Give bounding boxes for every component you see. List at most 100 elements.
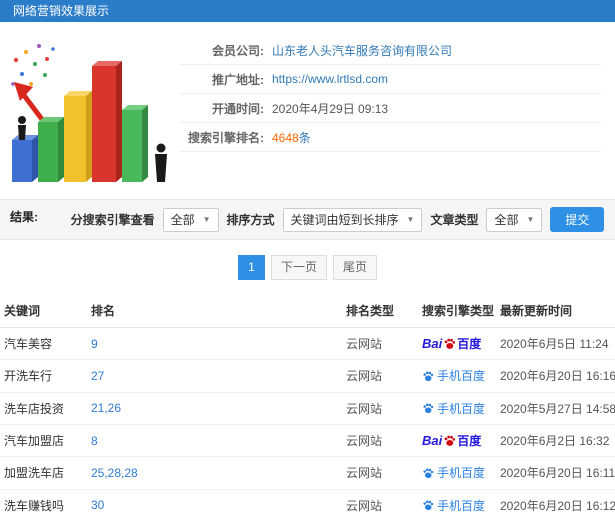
rank-type-cell: 云网站 (342, 392, 418, 425)
mobile-baidu-label: 手机百度 (437, 466, 486, 480)
col-rank: 排名 (87, 294, 342, 328)
promo-url-link[interactable]: https://www.lrtlsd.com (272, 72, 388, 86)
table-row: 洗车赚钱吗 30 云网站 手机百度 2020年6月20日 16:12 (0, 489, 615, 520)
engine-cell: 手机百度 (418, 456, 496, 490)
baidu-paw-icon (444, 435, 456, 446)
engine-cell: Bai 百度 (418, 424, 496, 457)
next-page-button[interactable]: 下一页 (270, 255, 327, 280)
rank-type-cell: 云网站 (342, 489, 418, 520)
rank-count-number: 4648 (272, 130, 299, 145)
mobile-baidu-logo: 手机百度 (422, 367, 485, 384)
keyword-cell: 汽车加盟店 (0, 424, 87, 457)
page-title: 网络营销效果展示 (0, 0, 615, 22)
company-row: 会员公司: 山东老人头汽车服务咨询有限公司 (180, 36, 601, 65)
chevron-down-icon: ▼ (202, 215, 211, 224)
rank-type-cell: 云网站 (342, 456, 418, 490)
col-engine-type: 搜索引擎类型 (418, 294, 496, 328)
update-time-cell: 2020年6月5日 11:24 (496, 327, 615, 360)
mobile-baidu-paw-icon (423, 467, 434, 478)
mobile-baidu-logo: 手机百度 (422, 464, 485, 481)
rank-cell: 21,26 (87, 392, 342, 425)
engine-filter-label: 分搜索引擎查看 (70, 213, 155, 227)
engine-cell: 手机百度 (418, 392, 496, 425)
sort-value: 关键词由短到长排序 (290, 213, 399, 227)
mobile-baidu-label: 手机百度 (437, 369, 486, 383)
table-header-row: 关键词 排名 排名类型 搜索引擎类型 最新更新时间 (0, 294, 615, 328)
page-1-button[interactable]: 1 (237, 255, 265, 280)
table-row: 洗车店投资 21,26 云网站 手机百度 2020年5月27日 14:58 (0, 392, 615, 425)
engine-cell: 手机百度 (418, 359, 496, 393)
engine-filter-value: 全部 (170, 213, 195, 227)
open-time-value: 2020年4月29日 09:13 (272, 101, 389, 116)
last-page-button[interactable]: 尾页 (333, 255, 378, 280)
mobile-baidu-logo: 手机百度 (422, 400, 485, 417)
open-time-row: 开通时间: 2020年4月29日 09:13 (180, 94, 601, 123)
article-type-value: 全部 (494, 213, 519, 227)
update-time-cell: 2020年5月27日 14:58 (496, 392, 615, 425)
pagination: 1 下一页 尾页 (0, 240, 615, 294)
mobile-baidu-label: 手机百度 (437, 498, 486, 513)
sort-select[interactable]: 关键词由短到长排序 ▼ (282, 207, 423, 232)
sort-label: 排序方式 (226, 213, 275, 227)
company-link[interactable]: 山东老人头汽车服务咨询有限公司 (272, 42, 452, 59)
mobile-baidu-label: 手机百度 (437, 401, 486, 416)
marketing-report-page: 网络营销效果展示 会员公司: 山东老人头汽车服务咨询有限公司 推广地址: htt… (0, 0, 615, 520)
rank-cell: 27 (87, 359, 342, 393)
mobile-baidu-logo: 手机百度 (422, 497, 485, 514)
rank-count-label: 搜索引擎排名: (188, 130, 264, 145)
col-keyword: 关键词 (0, 294, 87, 328)
update-time-cell: 2020年6月20日 16:11 (496, 456, 615, 490)
rank-type-cell: 云网站 (342, 327, 418, 360)
article-type-select[interactable]: 全部 ▼ (486, 207, 543, 232)
rank-count-row: 搜索引擎排名: 4648条 (180, 123, 601, 152)
rank-cell: 25,28,28 (87, 456, 342, 490)
rank-type-cell: 云网站 (342, 424, 418, 457)
promo-url-row: 推广地址: https://www.lrtlsd.com (180, 65, 601, 94)
member-info-form: 会员公司: 山东老人头汽车服务咨询有限公司 推广地址: https://www.… (180, 28, 615, 189)
update-time-cell: 2020年6月20日 16:12 (496, 489, 615, 520)
info-section: 会员公司: 山东老人头汽车服务咨询有限公司 推广地址: https://www.… (0, 22, 615, 199)
baidu-bai-text: Bai (422, 433, 443, 448)
chevron-down-icon: ▼ (526, 215, 535, 224)
baidu-du-text: 百度 (457, 337, 482, 351)
mobile-baidu-paw-icon (423, 370, 434, 381)
table-row: 汽车美容 9 云网站 Bai 百度 2020年6月5日 11:24 (0, 327, 615, 360)
baidu-bai-text: Bai (422, 336, 443, 351)
col-rank-type: 排名类型 (342, 294, 418, 328)
result-label: 结果: (10, 210, 38, 224)
chevron-down-icon: ▼ (406, 215, 415, 224)
engine-cell: 手机百度 (418, 489, 496, 520)
engine-cell: Bai 百度 (418, 327, 496, 360)
update-time-cell: 2020年6月2日 16:32 (496, 424, 615, 457)
growth-chart-graphic (11, 44, 167, 182)
rank-count-value: 4648条 (272, 129, 311, 146)
baidu-du-text: 百度 (457, 434, 482, 448)
baidu-logo: Bai 百度 (422, 432, 481, 449)
mobile-baidu-paw-icon (423, 403, 434, 413)
baidu-logo: Bai 百度 (422, 335, 481, 352)
rank-count-suffix: 条 (298, 130, 311, 145)
rank-type-cell: 云网站 (342, 359, 418, 393)
keyword-cell: 汽车美容 (0, 327, 87, 360)
keyword-cell: 洗车赚钱吗 (0, 489, 87, 520)
engine-filter-select[interactable]: 全部 ▼ (162, 207, 219, 232)
table-row: 开洗车行 27 云网站 手机百度 2020年6月20日 16:16 (0, 359, 615, 393)
mobile-baidu-paw-icon (423, 500, 434, 510)
filter-bar: 结果: 分搜索引擎查看 全部 ▼ 排序方式 关键词由短到长排序 ▼ 文章类型 全… (0, 199, 615, 240)
col-update-time: 最新更新时间 (496, 294, 615, 328)
update-time-cell: 2020年6月20日 16:16 (496, 359, 615, 393)
baidu-paw-icon (444, 338, 456, 349)
rank-cell: 30 (87, 489, 342, 520)
submit-button[interactable]: 提交 (550, 207, 605, 232)
table-row: 加盟洗车店 25,28,28 云网站 手机百度 2020年6月20日 16:11 (0, 456, 615, 490)
article-type-label: 文章类型 (430, 213, 479, 227)
bar-chart-illustration (0, 28, 180, 189)
rank-cell: 9 (87, 327, 342, 360)
promo-url-label: 推广地址: (212, 72, 264, 87)
rank-cell: 8 (87, 424, 342, 457)
keyword-cell: 洗车店投资 (0, 392, 87, 425)
keyword-rank-table: 关键词 排名 排名类型 搜索引擎类型 最新更新时间 汽车美容 9 云网站 Bai… (0, 294, 615, 520)
keyword-cell: 加盟洗车店 (0, 456, 87, 490)
keyword-cell: 开洗车行 (0, 359, 87, 393)
company-label: 会员公司: (212, 43, 264, 58)
